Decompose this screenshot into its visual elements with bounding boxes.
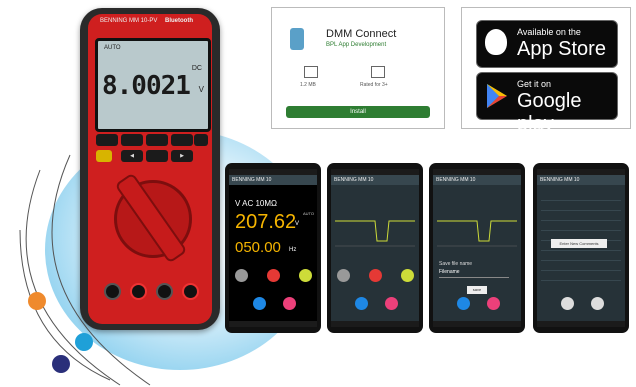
- store-badges-card: Available on the App Store Get it on Goo…: [461, 7, 631, 135]
- meter-button-5[interactable]: [194, 134, 208, 146]
- meter-button-3[interactable]: [146, 134, 168, 146]
- measure-auto: AUTO: [303, 211, 315, 216]
- phone-screen-4: BENNING MM 10 Enter New Comments: [533, 163, 629, 333]
- share-button[interactable]: [253, 297, 266, 310]
- settings-list[interactable]: [541, 191, 621, 285]
- meter-mode: DC: [191, 65, 202, 72]
- phone-screen-3: BENNING MM 10 Save file name Filename sa…: [429, 163, 525, 333]
- meter-reading: 8.0021: [102, 71, 191, 101]
- google-small-text: Get it on: [517, 79, 552, 89]
- share-button[interactable]: [355, 297, 368, 310]
- meter-bluetooth-label: Bluetooth: [165, 18, 193, 24]
- share-button[interactable]: [457, 297, 470, 310]
- graph-button[interactable]: [401, 269, 414, 282]
- phone-footer: [331, 321, 419, 327]
- store-listing-card: DMM Connect BPL App Development 1.2 MB R…: [271, 7, 445, 129]
- install-button[interactable]: Install: [286, 106, 430, 118]
- meter-mid-button[interactable]: [146, 150, 168, 162]
- phone-footer: [229, 321, 317, 327]
- input-jack-3: [156, 283, 173, 300]
- app-size: 1.2 MB: [300, 82, 316, 88]
- meter-button-1[interactable]: [96, 134, 118, 146]
- phone-title: BENNING MM 10: [229, 175, 317, 185]
- settings-button[interactable]: [385, 297, 398, 310]
- save-ok-button[interactable]: save: [467, 286, 487, 294]
- google-play-icon: [487, 84, 507, 108]
- app-name: DMM Connect: [326, 28, 397, 40]
- record-button[interactable]: [267, 269, 280, 282]
- graph-button[interactable]: [299, 269, 312, 282]
- meter-auto: AUTO: [104, 45, 121, 51]
- google-play-badge[interactable]: Get it on Google play: [476, 72, 618, 135]
- settings-button[interactable]: [283, 297, 296, 310]
- measure-unit: V: [295, 221, 300, 227]
- app-store-small-text: Available on the: [517, 27, 581, 37]
- filename-input[interactable]: Filename: [439, 269, 509, 278]
- phone-screen-1: BENNING MM 10 V AC 10MΩ 207.62 V AUTO 05…: [225, 163, 321, 333]
- phone-footer: [537, 321, 625, 327]
- app-store-badge[interactable]: Available on the App Store: [476, 20, 618, 68]
- rating-icon: [371, 66, 385, 78]
- navy-dot: [52, 355, 70, 373]
- record-button[interactable]: [369, 269, 382, 282]
- meter-right-button[interactable]: ▶: [171, 150, 193, 162]
- cyan-dot: [75, 333, 93, 351]
- hold-button[interactable]: [337, 269, 350, 282]
- app-developer: BPL App Development: [326, 42, 387, 48]
- google-big-text: Google play: [517, 90, 582, 135]
- measure-mode: V AC 10MΩ: [235, 199, 277, 208]
- back-button[interactable]: [591, 297, 604, 310]
- apple-icon: [485, 29, 507, 55]
- input-jack-1: [104, 283, 121, 300]
- meter-power-button[interactable]: [96, 150, 112, 162]
- set-button[interactable]: [561, 297, 574, 310]
- graph-plot: [335, 220, 415, 247]
- meter-left-button[interactable]: ◀: [121, 150, 143, 162]
- settings-button[interactable]: [487, 297, 500, 310]
- meter-unit: V: [198, 85, 204, 94]
- phone-footer: [433, 321, 521, 327]
- app-store-big-text: App Store: [517, 38, 606, 60]
- measure-sub-unit: Hz: [289, 247, 297, 253]
- save-file-label: Save file name: [439, 261, 473, 267]
- download-icon: [304, 66, 318, 78]
- hold-button[interactable]: [235, 269, 248, 282]
- input-jack-2: [130, 283, 147, 300]
- phone-title: BENNING MM 10: [331, 175, 419, 185]
- meter-model: BENNING MM 10-PV: [100, 18, 158, 24]
- comment-tooltip: Enter New Comments: [551, 239, 607, 248]
- orange-dot: [28, 292, 46, 310]
- measure-sub-value: 050.00: [235, 239, 281, 256]
- meter-button-2[interactable]: [121, 134, 143, 146]
- phone-screen-2: BENNING MM 10: [327, 163, 423, 333]
- app-icon: [290, 28, 304, 50]
- phone-title: BENNING MM 10: [433, 175, 521, 185]
- input-jack-4: [182, 283, 199, 300]
- phone-title: BENNING MM 10: [537, 175, 625, 185]
- graph-plot: [437, 220, 517, 247]
- app-rating: Rated for 3+: [360, 82, 388, 88]
- meter-button-4[interactable]: [171, 134, 193, 146]
- measure-value: 207.62: [235, 211, 297, 233]
- meter-display: AUTO DC 8.0021 V: [95, 38, 211, 132]
